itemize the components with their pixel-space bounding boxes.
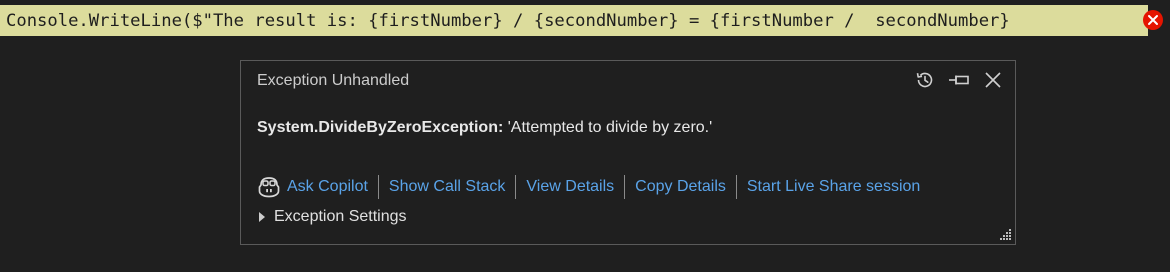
view-details-link[interactable]: View Details <box>526 178 614 196</box>
link-separator <box>515 175 517 199</box>
exception-message-text: 'Attempted to divide by zero.' <box>503 119 713 136</box>
copilot-icon[interactable] <box>257 176 283 198</box>
code-editor: Console.WriteLine($"The result is: {firs… <box>0 0 1170 272</box>
show-call-stack-link[interactable]: Show Call Stack <box>389 178 506 196</box>
history-icon[interactable] <box>911 67 939 93</box>
link-separator <box>377 175 379 199</box>
exception-settings-label: Exception Settings <box>274 208 407 225</box>
expand-caret-icon <box>259 212 265 222</box>
close-icon[interactable] <box>979 67 1007 93</box>
link-separator <box>624 175 626 199</box>
code-text: Console.WriteLine($"The result is: {firs… <box>6 10 1010 31</box>
exception-helper-popup: Exception Unhandled System.DivideByZeroE… <box>240 60 1016 245</box>
link-separator <box>735 175 737 199</box>
pin-icon[interactable] <box>945 67 973 93</box>
exception-type: System.DivideByZeroException: <box>257 119 504 136</box>
resize-grip-icon[interactable] <box>998 227 1012 241</box>
current-statement-line[interactable]: Console.WriteLine($"The result is: {firs… <box>0 5 1170 36</box>
popup-title: Exception Unhandled <box>257 72 410 89</box>
ask-copilot-link[interactable]: Ask Copilot <box>287 178 368 196</box>
error-icon[interactable] <box>1143 10 1163 30</box>
exception-settings-toggle[interactable]: Exception Settings <box>259 208 407 226</box>
exception-message: System.DivideByZeroException: 'Attempted… <box>257 119 712 137</box>
popup-toolbar <box>911 67 1007 93</box>
start-live-share-link[interactable]: Start Live Share session <box>747 178 920 196</box>
action-links: Ask Copilot Show Call Stack View Details… <box>257 174 920 200</box>
copy-details-link[interactable]: Copy Details <box>635 178 726 196</box>
